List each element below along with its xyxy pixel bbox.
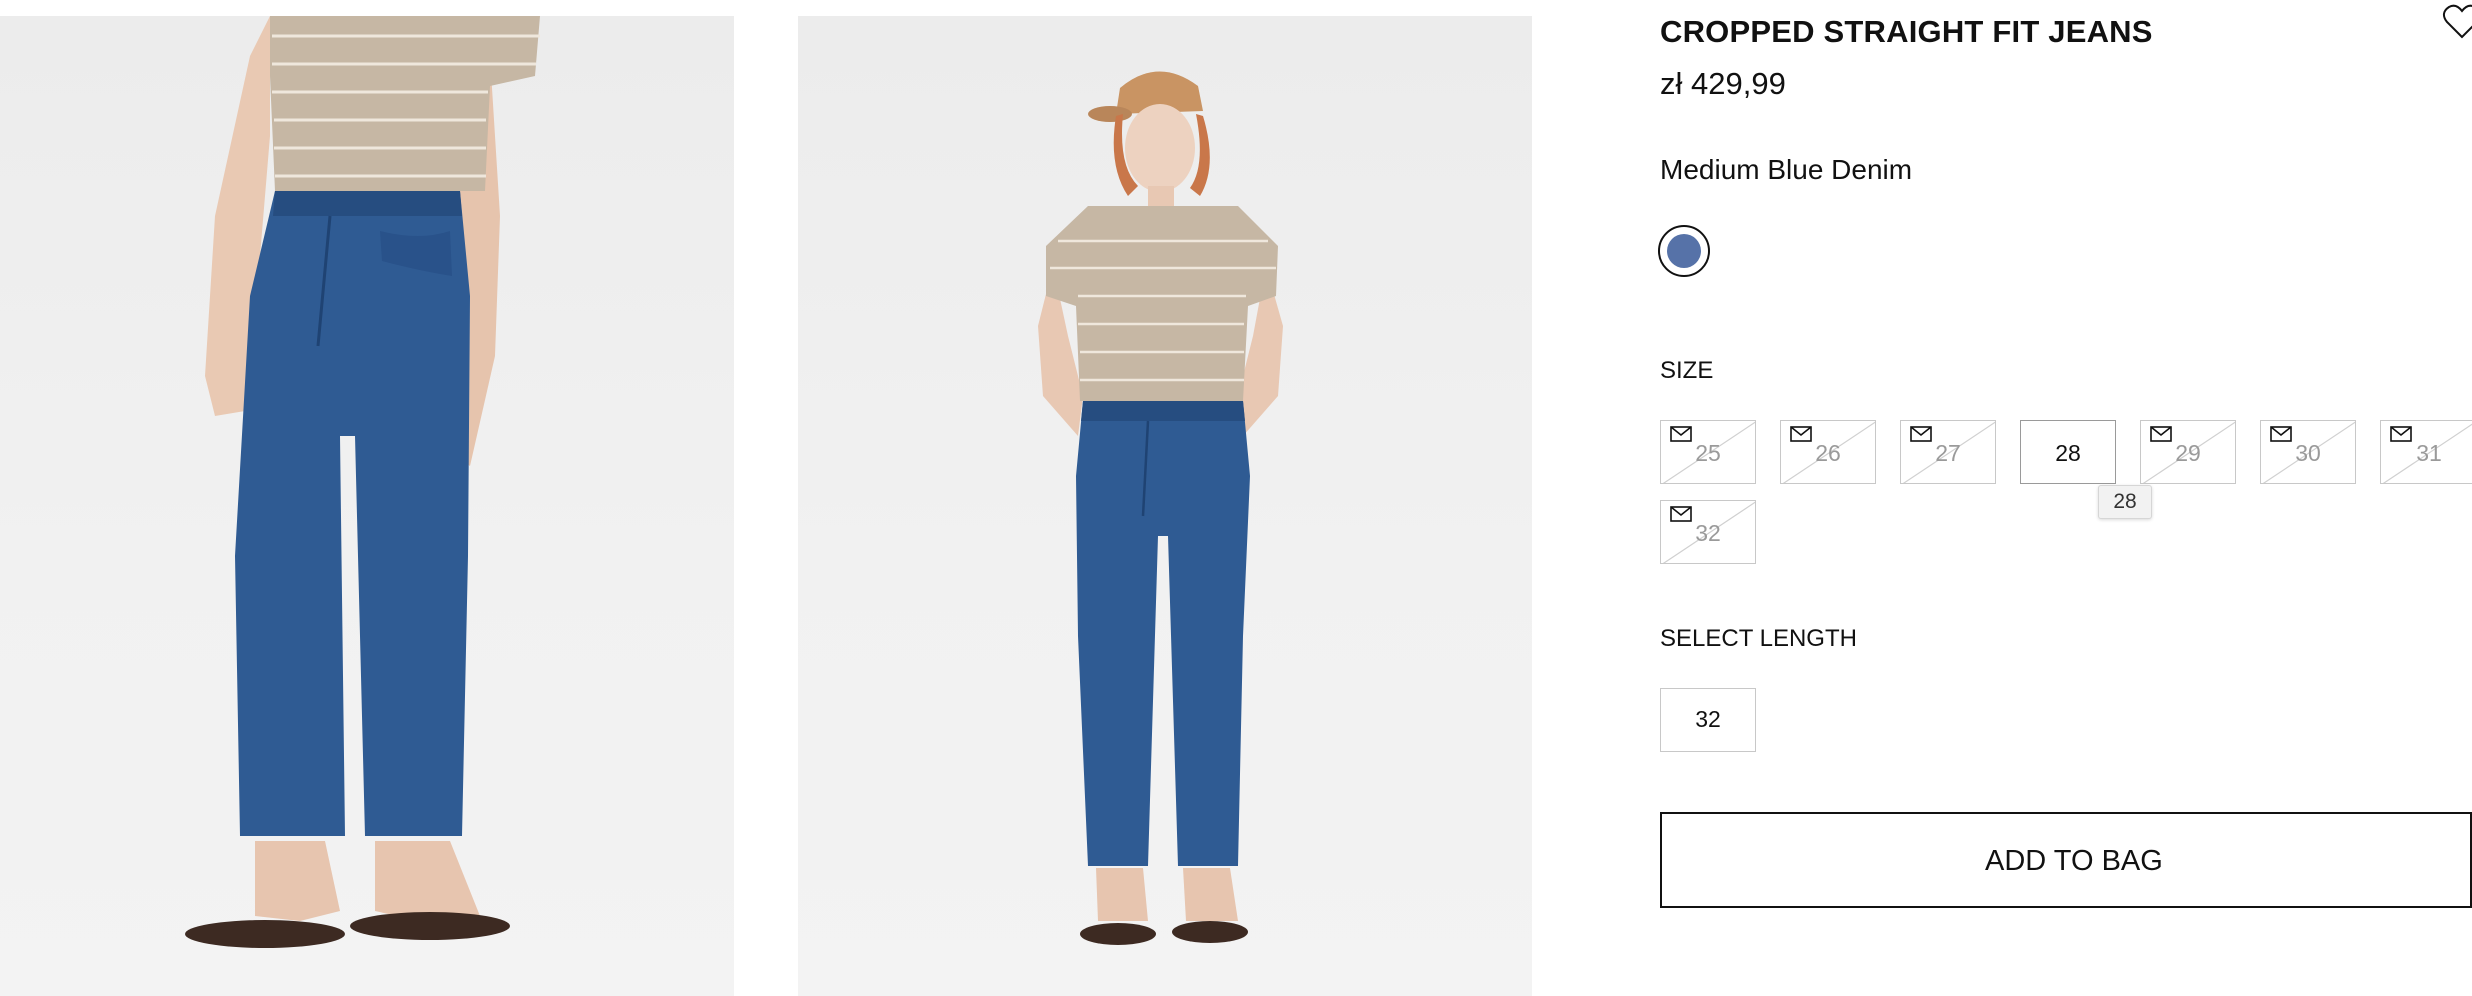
size-tooltip: 28 <box>2098 485 2152 519</box>
size-option-32[interactable]: 32 <box>1660 500 1756 564</box>
size-value: 27 <box>1935 440 1961 466</box>
size-label: SIZE <box>1660 357 1714 384</box>
add-to-bag-label: ADD TO BAG <box>1985 845 2163 877</box>
length-option-32[interactable]: 32 <box>1660 688 1756 752</box>
swatch-color-dot <box>1667 234 1701 268</box>
heart-icon[interactable] <box>2442 4 2472 40</box>
product-image-closeup[interactable] <box>0 16 734 996</box>
size-option-25[interactable]: 25 <box>1660 420 1756 484</box>
product-title: CROPPED STRAIGHT FIT JEANS <box>1660 14 2153 49</box>
size-value: 28 <box>2055 440 2081 466</box>
size-option-28[interactable]: 28 <box>2020 420 2116 484</box>
color-name: Medium Blue Denim <box>1660 154 1913 185</box>
size-option-29[interactable]: 29 <box>2140 420 2236 484</box>
size-option-30[interactable]: 30 <box>2260 420 2356 484</box>
product-price: zł 429,99 <box>1660 66 1786 101</box>
size-value: 32 <box>1695 520 1721 546</box>
size-value: 30 <box>2295 440 2321 466</box>
color-swatch-medium-blue-denim[interactable] <box>1658 225 1710 277</box>
size-value: 25 <box>1695 440 1721 466</box>
size-value: 31 <box>2416 440 2442 466</box>
size-option-27[interactable]: 27 <box>1900 420 1996 484</box>
add-to-bag-button[interactable]: ADD TO BAG <box>1660 812 2472 908</box>
size-value: 26 <box>1815 440 1841 466</box>
product-page: CROPPED STRAIGHT FIT JEANS zł 429,99 Med… <box>0 0 2472 996</box>
length-label: SELECT LENGTH <box>1660 625 1857 652</box>
product-image-full-body[interactable] <box>798 16 1532 996</box>
size-option-31[interactable]: 31 <box>2380 420 2472 484</box>
size-option-26[interactable]: 26 <box>1780 420 1876 484</box>
size-value: 29 <box>2175 440 2201 466</box>
